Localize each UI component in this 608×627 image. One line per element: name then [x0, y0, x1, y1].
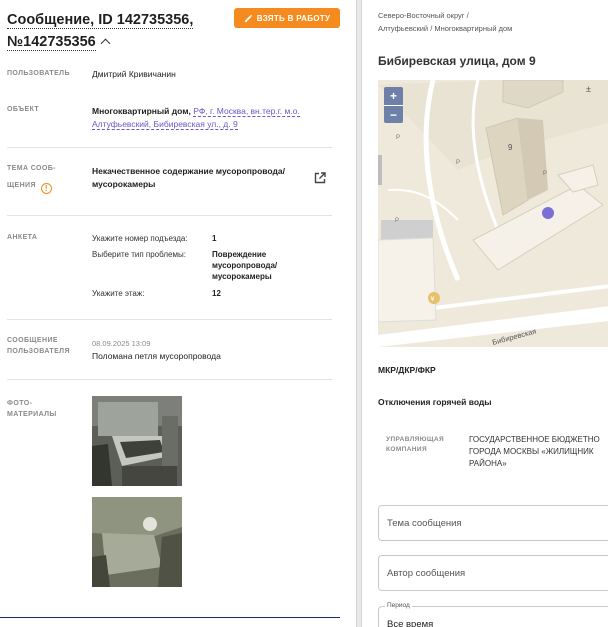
title-line-2: №142735356 — [7, 34, 96, 51]
topic-filter-input[interactable]: Тема сообщения — [378, 505, 608, 541]
answer-problem-type: Повреждение мусоропровода/ мусорокамеры — [212, 249, 277, 282]
answer-problem-type-2: мусоропровода/ — [212, 261, 278, 270]
message-date: 08.09.2025 13:09 — [92, 339, 151, 348]
page-title: Сообщение, ID 142735356, №142735356 — [7, 9, 231, 53]
map[interactable]: 9 P P P P ± Бибиревская ¥ + − — [378, 80, 608, 347]
form-label: АНКЕТА — [7, 234, 38, 241]
message-details-panel: Сообщение, ID 142735356, №142735356 ВЗЯТ… — [0, 0, 356, 627]
take-to-work-label: ВЗЯТЬ В РАБОТУ — [256, 13, 331, 23]
divider — [7, 147, 332, 148]
question-entrance: Укажите номер подъезда: — [92, 234, 188, 243]
user-label: ПОЛЬЗОВАТЕЛЬ — [7, 70, 70, 77]
object-address-link-2[interactable]: Алтуфьевский, Бибиревская ул., д. 9 — [92, 119, 238, 130]
org-label-2: КОМПАНИЯ — [386, 446, 428, 453]
topic-value-1: Некачественное содержание мусоропровода/ — [92, 166, 285, 176]
divider — [7, 215, 332, 216]
topic-filter-placeholder: Тема сообщения — [387, 517, 462, 529]
management-company-value: ГОСУДАРСТВЕННОЕ БЮДЖЕТНО ГОРОДА МОСКВЫ «… — [469, 434, 608, 470]
svg-text:¥: ¥ — [431, 296, 435, 303]
org-value-2: ГОРОДА МОСКВЫ «ЖИЛИЩНИК — [469, 447, 594, 456]
org-value-3: РАЙОНА» — [469, 459, 507, 468]
divider — [7, 379, 332, 380]
photos-label-2: МАТЕРИАЛЫ — [7, 411, 57, 418]
period-value: Все время — [387, 619, 434, 627]
answer-entrance: 1 — [212, 234, 217, 243]
message-label: СООБЩЕНИЕ ПОЛЬЗОВАТЕЛЯ — [7, 335, 70, 357]
message-label-1: СООБЩЕНИЕ — [7, 337, 58, 344]
chevron-up-icon[interactable] — [100, 38, 111, 49]
question-problem-type: Выберите тип проблемы: — [92, 250, 186, 259]
message-label-2: ПОЛЬЗОВАТЕЛЯ — [7, 348, 70, 355]
answer-floor: 12 — [212, 289, 221, 298]
user-value: Дмитрий Кривичанин — [92, 69, 176, 79]
object-address-link-1[interactable]: РФ, г. Москва, вн.тер.г. м.о. — [193, 106, 300, 117]
breadcrumb-line-2: Алтуфьевский / Многоквартирный дом — [378, 24, 513, 33]
object-value: Многоквартирный дом, РФ, г. Москва, вн.т… — [92, 105, 332, 131]
warning-icon: ! — [40, 182, 52, 194]
period-legend: Период — [385, 602, 412, 609]
answer-problem-type-3: мусорокамеры — [212, 272, 272, 281]
answer-problem-type-1: Повреждение — [212, 250, 267, 259]
photo-thumbnail[interactable] — [92, 497, 182, 587]
photos-label: ФОТО- МАТЕРИАЛЫ — [7, 398, 57, 420]
author-filter-placeholder: Автор сообщения — [387, 567, 466, 579]
object-type: Многоквартирный дом, — [92, 106, 194, 116]
management-company-label: УПРАВЛЯЮЩАЯ КОМПАНИЯ — [386, 435, 444, 455]
object-label: ОБЪЕКТ — [7, 106, 40, 113]
message-text: Поломана петля мусоропровода — [92, 351, 221, 361]
svg-text:P: P — [395, 218, 399, 224]
object-address-title: Бибиревская улица, дом 9 — [378, 54, 536, 68]
hot-water-heading[interactable]: Отключения горячей воды — [378, 397, 492, 407]
breadcrumb: Северо-Восточный округ / Алтуфьевский / … — [378, 9, 512, 35]
topic-value: Некачественное содержание мусоропровода/… — [92, 165, 285, 191]
pencil-icon — [244, 14, 253, 22]
zoom-in-button[interactable]: + — [384, 87, 403, 105]
building-number: 9 — [508, 143, 513, 152]
topic-label-2: ЩЕНИЯ — [7, 182, 36, 189]
location-marker[interactable] — [542, 207, 554, 219]
org-label-1: УПРАВЛЯЮЩАЯ — [386, 436, 445, 443]
map-zoom-control: + − — [384, 87, 403, 123]
svg-text:±: ± — [586, 84, 591, 94]
photos-label-1: ФОТО- — [7, 400, 33, 407]
bottom-border — [0, 617, 340, 618]
zoom-out-button[interactable]: − — [384, 105, 403, 123]
take-to-work-button[interactable]: ВЗЯТЬ В РАБОТУ — [234, 8, 340, 28]
org-value-1: ГОСУДАРСТВЕННОЕ БЮДЖЕТНО — [469, 435, 600, 444]
divider — [7, 319, 332, 320]
topic-value-2: мусорокамеры — [92, 179, 156, 189]
title-line-1: Сообщение, ID 142735356, — [7, 12, 194, 29]
breadcrumb-line-1: Северо-Восточный округ / — [378, 11, 469, 20]
external-link-icon[interactable] — [313, 171, 327, 185]
question-floor: Укажите этаж: — [92, 289, 145, 298]
period-select[interactable]: Период Все время — [378, 602, 608, 627]
object-info-panel: Северо-Восточный округ / Алтуфьевский / … — [363, 0, 608, 627]
topic-label: ТЕМА СООБ- ЩЕНИЯ! — [7, 163, 56, 194]
author-filter-input[interactable]: Автор сообщения — [378, 555, 608, 591]
svg-text:P: P — [543, 171, 547, 177]
photo-thumbnail[interactable] — [92, 396, 182, 486]
svg-text:P: P — [396, 135, 400, 141]
mkr-heading[interactable]: МКР/ДКР/ФКР — [378, 365, 436, 375]
panel-splitter[interactable] — [356, 0, 362, 627]
svg-text:P: P — [456, 160, 460, 166]
topic-label-1: ТЕМА СООБ- — [7, 165, 56, 172]
